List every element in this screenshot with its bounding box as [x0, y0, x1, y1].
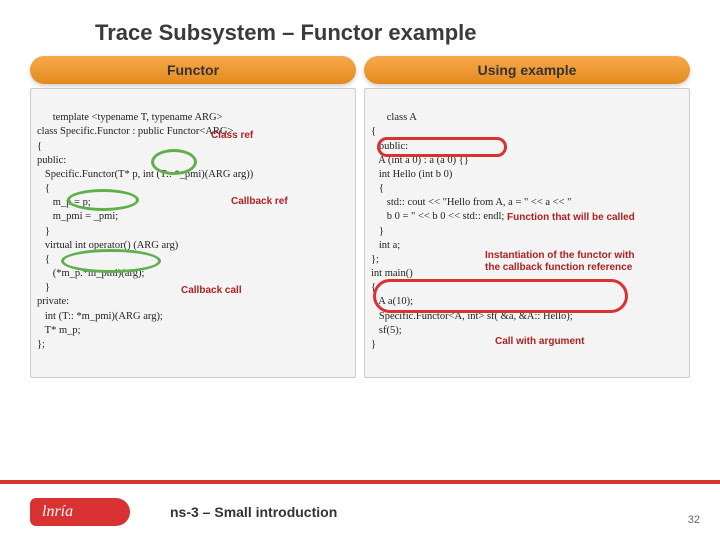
left-header: Functor [30, 56, 356, 84]
annot-inst2: the callback function reference [485, 261, 632, 275]
logo-shape: lnría [30, 498, 130, 526]
annot-classref: Class ref [211, 129, 253, 143]
circle-callbackref [67, 189, 139, 211]
slide-title: Trace Subsystem – Functor example [0, 0, 720, 56]
footer-text: ns-3 – Small introduction [170, 504, 337, 520]
circle-instantiation [373, 279, 628, 313]
circle-constructor [377, 137, 507, 157]
right-header: Using example [364, 56, 690, 84]
left-column: Functor template <typename T, typename A… [30, 56, 356, 378]
circle-callbackcall [61, 249, 161, 273]
annot-callbackref: Callback ref [231, 195, 288, 209]
right-code: class A { public: A (int a 0) : a (a 0) … [364, 88, 690, 378]
annot-funccalled: Function that will be called [507, 211, 635, 225]
footer: lnría ns-3 – Small introduction 32 [0, 480, 720, 540]
annot-callarg: Call with argument [495, 335, 584, 349]
page-number: 32 [688, 514, 700, 526]
columns-container: Functor template <typename T, typename A… [0, 56, 720, 378]
right-column: Using example class A { public: A (int a… [364, 56, 690, 378]
circle-classref [151, 149, 197, 175]
left-code: template <typename T, typename ARG> clas… [30, 88, 356, 378]
logo: lnría [30, 494, 150, 530]
annot-callbackcall: Callback call [181, 284, 242, 298]
left-code-text: template <typename T, typename ARG> clas… [37, 112, 253, 350]
